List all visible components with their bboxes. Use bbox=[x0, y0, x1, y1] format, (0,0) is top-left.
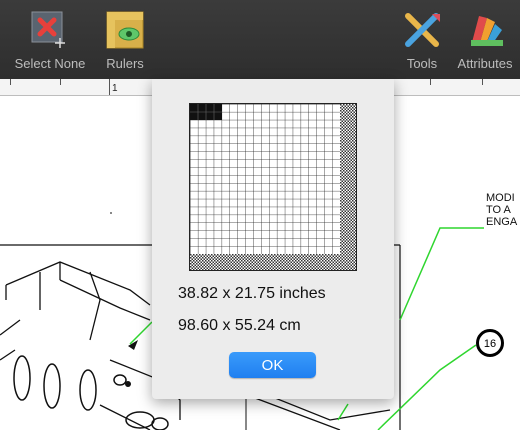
ruler-tick bbox=[430, 79, 431, 85]
ruler-tick bbox=[60, 79, 61, 85]
select-none-label: Select None bbox=[14, 56, 86, 71]
tools-label: Tools bbox=[406, 56, 438, 71]
tools-icon bbox=[405, 13, 440, 47]
tools-button[interactable]: Tools bbox=[398, 0, 446, 79]
select-none-button[interactable]: Select None bbox=[6, 0, 94, 79]
size-cm-text: 98.60 x 55.24 cm bbox=[178, 317, 301, 334]
callout-number: 16 bbox=[483, 338, 497, 350]
attributes-label: Attributes bbox=[457, 56, 513, 71]
size-inches-text: 38.82 x 21.75 inches bbox=[178, 285, 326, 302]
ruler-tick bbox=[10, 79, 11, 85]
ruler-tick bbox=[109, 79, 110, 95]
ruler-tick bbox=[482, 79, 483, 85]
drawing-note: MODI TO A ENGA bbox=[486, 192, 518, 228]
attributes-button[interactable]: Attributes bbox=[452, 0, 518, 79]
select-none-icon bbox=[31, 11, 65, 48]
rulers-label: Rulers bbox=[106, 56, 144, 71]
page-grid-preview bbox=[189, 103, 357, 271]
rulers-button[interactable]: Rulers bbox=[100, 0, 150, 79]
rulers-icon bbox=[106, 11, 144, 49]
callout-balloon: 16 bbox=[476, 329, 504, 357]
page-grid bbox=[190, 104, 356, 270]
page-size-popover: 38.82 x 21.75 inches 98.60 x 55.24 cm OK bbox=[152, 79, 394, 399]
ruler-number: 1 bbox=[112, 83, 118, 94]
ok-button[interactable]: OK bbox=[229, 352, 316, 378]
toolbar: Select None Rulers Tools Attributes bbox=[0, 0, 520, 79]
attributes-icon bbox=[471, 16, 503, 46]
